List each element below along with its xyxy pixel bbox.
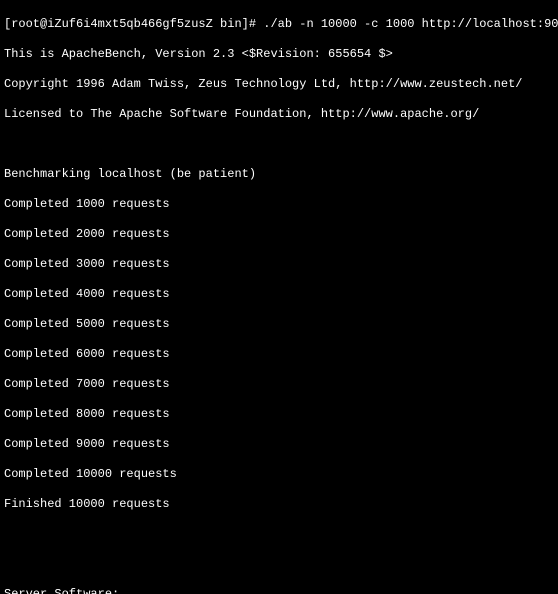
progress-line: Completed 3000 requests [4, 257, 554, 272]
progress-line: Completed 2000 requests [4, 227, 554, 242]
header-line: This is ApacheBench, Version 2.3 <$Revis… [4, 47, 554, 62]
blank-line [4, 527, 554, 542]
progress-line: Completed 10000 requests [4, 467, 554, 482]
progress-line: Completed 9000 requests [4, 437, 554, 452]
blank-line [4, 137, 554, 152]
progress-line: Completed 1000 requests [4, 197, 554, 212]
progress-line: Finished 10000 requests [4, 497, 554, 512]
blank-line [4, 557, 554, 572]
kv-label: Server Software: [4, 587, 119, 594]
shell-prompt-line: [root@iZuf6i4mxt5qb466gf5zusZ bin]# ./ab… [4, 17, 554, 32]
progress-line: Completed 7000 requests [4, 377, 554, 392]
kv-line: Server Software: [4, 587, 554, 594]
progress-line: Completed 8000 requests [4, 407, 554, 422]
progress-line: Completed 4000 requests [4, 287, 554, 302]
benchmark-title: Benchmarking localhost (be patient) [4, 167, 554, 182]
header-line: Copyright 1996 Adam Twiss, Zeus Technolo… [4, 77, 554, 92]
terminal-window: [root@iZuf6i4mxt5qb466gf5zusZ bin]# ./ab… [0, 0, 558, 594]
progress-line: Completed 5000 requests [4, 317, 554, 332]
progress-line: Completed 6000 requests [4, 347, 554, 362]
header-line: Licensed to The Apache Software Foundati… [4, 107, 554, 122]
